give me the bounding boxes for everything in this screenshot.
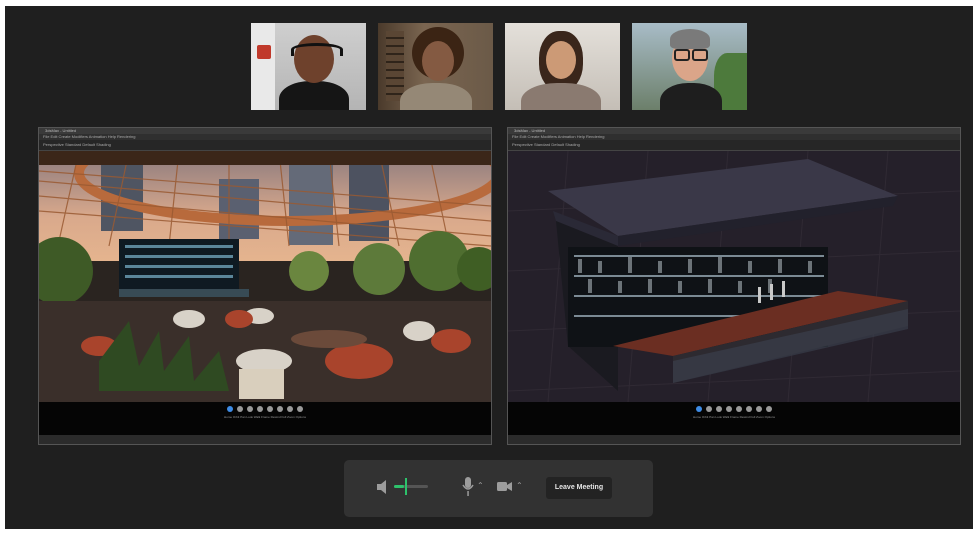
participant-tile-1[interactable] — [251, 23, 366, 110]
pan-icon[interactable] — [247, 406, 253, 412]
navigation-icons[interactable] — [227, 406, 303, 412]
walk-icon[interactable] — [736, 406, 742, 412]
look-icon[interactable] — [726, 406, 732, 412]
orbit-icon[interactable] — [237, 406, 243, 412]
frame-icon[interactable] — [277, 406, 283, 412]
navigation-bar[interactable]: Home Orbit Pan Look Walk Frame Rewind Fu… — [39, 402, 491, 437]
shared-window-left[interactable]: 3dsMax - Untitled File Edit Create Modif… — [38, 127, 492, 445]
shared-window-right[interactable]: 3dsMax - Untitled File Edit Create Modif… — [507, 127, 961, 445]
navigation-bar[interactable]: Home Orbit Pan Look Walk Frame Rewind Fu… — [508, 402, 960, 437]
speaker-icon[interactable] — [376, 480, 388, 494]
volume-slider-fill — [394, 485, 405, 488]
microphone-options-chevron-icon[interactable]: ⌃ — [477, 481, 484, 490]
volume-slider[interactable] — [394, 485, 428, 488]
home-icon[interactable] — [696, 406, 702, 412]
participant-tile-2[interactable] — [378, 23, 493, 110]
meeting-controls: ⌃ ⌃ Leave Meeting — [344, 460, 653, 517]
zoom-icon[interactable] — [756, 406, 762, 412]
options-icon[interactable] — [766, 406, 772, 412]
status-bar — [508, 435, 960, 444]
microphone-icon[interactable] — [462, 477, 474, 497]
status-bar — [39, 435, 491, 444]
walk-icon[interactable] — [267, 406, 273, 412]
look-icon[interactable] — [257, 406, 263, 412]
frame-icon[interactable] — [746, 406, 752, 412]
zoom-icon[interactable] — [287, 406, 293, 412]
restaurant-render-viewport[interactable] — [39, 151, 491, 402]
navigation-labels: Home Orbit Pan Look Walk Frame Rewind Fu… — [224, 415, 306, 419]
participant-tile-3[interactable] — [505, 23, 620, 110]
orbit-icon[interactable] — [706, 406, 712, 412]
navigation-icons[interactable] — [696, 406, 772, 412]
options-icon[interactable] — [297, 406, 303, 412]
viewport-toolbar[interactable]: Perspective Standard Default Shading — [508, 140, 960, 151]
camera-icon[interactable] — [497, 481, 512, 492]
viewport-toolbar[interactable]: Perspective Standard Default Shading — [39, 140, 491, 151]
pan-icon[interactable] — [716, 406, 722, 412]
meeting-stage: 3dsMax - Untitled File Edit Create Modif… — [5, 6, 973, 529]
bar-model-viewport[interactable] — [508, 151, 960, 402]
leave-meeting-button[interactable]: Leave Meeting — [546, 477, 612, 499]
navigation-labels: Home Orbit Pan Look Walk Frame Rewind Fu… — [693, 415, 775, 419]
home-icon[interactable] — [227, 406, 233, 412]
volume-slider-handle[interactable] — [405, 478, 407, 495]
camera-options-chevron-icon[interactable]: ⌃ — [516, 481, 523, 490]
participant-tile-4[interactable] — [632, 23, 747, 110]
